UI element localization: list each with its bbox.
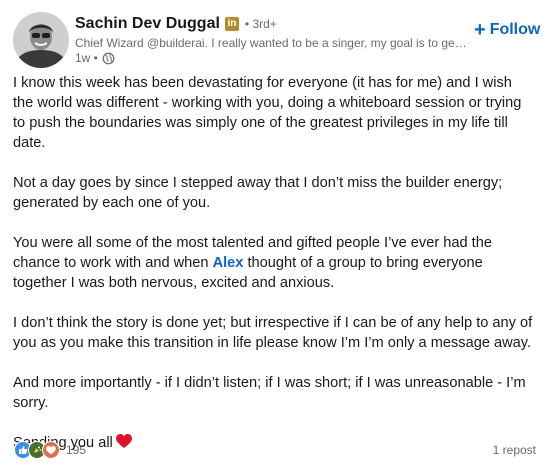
post-body: I know this week has been devastating fo… bbox=[13, 73, 535, 475]
reaction-count[interactable]: 195 bbox=[66, 443, 86, 457]
avatar-photo bbox=[13, 12, 69, 68]
social-counts[interactable]: 195 bbox=[14, 440, 86, 460]
post-paragraph: You were all some of the most talented a… bbox=[13, 233, 535, 293]
post-paragraph: I don’t think the story is done yet; but… bbox=[13, 315, 533, 351]
author-avatar[interactable] bbox=[13, 12, 69, 68]
follow-label: Follow bbox=[489, 21, 541, 38]
repost-count[interactable]: 1 repost bbox=[493, 440, 536, 460]
connection-degree: • 3rd+ bbox=[244, 17, 277, 31]
love-icon bbox=[42, 441, 60, 459]
author-headline[interactable]: Chief Wizard @builderai. I really wanted… bbox=[75, 36, 467, 50]
author-name[interactable]: Sachin Dev Duggal bbox=[75, 15, 220, 33]
plus-icon: + bbox=[474, 19, 486, 41]
mention-link[interactable]: Alex bbox=[213, 255, 244, 271]
red-heart-icon bbox=[115, 434, 132, 455]
post-paragraph: Not a day goes by since I stepped away t… bbox=[13, 175, 503, 211]
post-paragraph: I know this week has been devastating fo… bbox=[13, 75, 522, 151]
follow-button[interactable]: + Follow bbox=[470, 18, 544, 42]
linkedin-premium-icon: in bbox=[224, 17, 239, 31]
post-meta: 1w • bbox=[75, 51, 115, 65]
post-timestamp: 1w • bbox=[75, 51, 98, 65]
post-paragraph: And more importantly - if I didn’t liste… bbox=[13, 375, 526, 411]
author-name-row: Sachin Dev Duggal in • 3rd+ bbox=[75, 13, 277, 35]
post-paragraph: Sending you all bbox=[13, 433, 535, 455]
reaction-icons bbox=[14, 441, 60, 459]
globe-icon bbox=[102, 52, 115, 65]
feed-post: Sachin Dev Duggal in • 3rd+ Chief Wizard… bbox=[0, 0, 551, 463]
